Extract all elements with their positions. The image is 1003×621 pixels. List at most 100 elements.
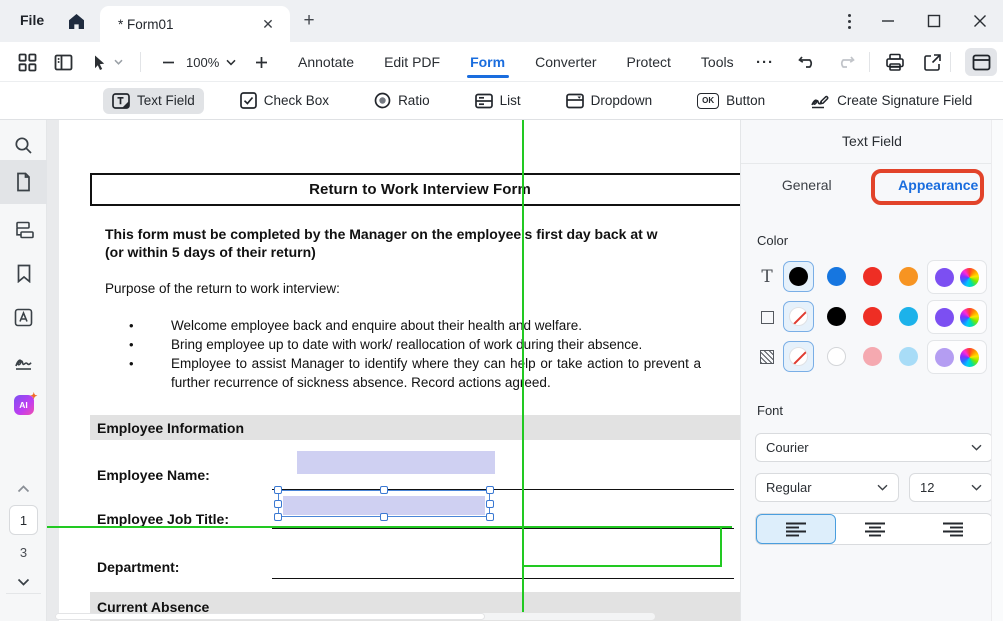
selection-handle[interactable]	[486, 513, 494, 521]
selected-swatch[interactable]	[783, 301, 814, 332]
tool-button[interactable]: OK Button	[688, 88, 774, 114]
align-right-icon	[942, 522, 964, 537]
menu-annotate[interactable]: Annotate	[296, 44, 356, 80]
tool-text-field[interactable]: Text Field	[103, 88, 204, 114]
selected-swatch[interactable]	[783, 341, 814, 372]
toolbar-divider	[140, 52, 141, 72]
align-right-button[interactable]	[914, 514, 992, 544]
home-button[interactable]	[64, 9, 88, 33]
zoom-dropdown[interactable]	[222, 49, 240, 75]
new-tab-button[interactable]: +	[298, 10, 320, 32]
title-bar: File * Form01 ✕ +	[0, 0, 1003, 42]
selection-handle[interactable]	[274, 513, 282, 521]
color-swatch[interactable]	[827, 347, 846, 366]
color-swatch[interactable]	[935, 268, 954, 287]
more-tools-button[interactable]: ···	[752, 49, 778, 75]
tool-check-box[interactable]: Check Box	[231, 87, 338, 114]
color-swatch[interactable]	[863, 267, 882, 286]
properties-panel-toggle[interactable]	[965, 48, 997, 76]
tab-general[interactable]: General	[741, 172, 873, 204]
tab-appearance[interactable]: Appearance	[873, 172, 1003, 204]
form-title: Return to Work Interview Form	[309, 181, 531, 198]
selection-handle[interactable]	[380, 486, 388, 494]
align-left-button[interactable]	[756, 514, 836, 544]
selected-text-field[interactable]	[278, 490, 490, 517]
signatures-button[interactable]	[0, 345, 47, 379]
maximize-button[interactable]	[920, 8, 948, 34]
menu-protect[interactable]: Protect	[625, 44, 673, 80]
selection-handle[interactable]	[486, 486, 494, 494]
color-swatch[interactable]	[935, 348, 954, 367]
grid-view-button[interactable]	[14, 49, 40, 75]
scrollbar-thumb[interactable]	[55, 613, 485, 620]
annotations-button[interactable]	[0, 300, 47, 334]
zoom-out-button[interactable]	[155, 49, 181, 75]
color-swatch[interactable]	[827, 307, 846, 326]
color-picker-icon[interactable]	[960, 348, 979, 367]
color-picker-icon[interactable]	[960, 308, 979, 327]
menu-edit-pdf[interactable]: Edit PDF	[382, 44, 442, 80]
tool-list[interactable]: List	[466, 88, 530, 114]
tab-close-icon[interactable]: ✕	[258, 16, 278, 33]
toolbar-divider	[869, 52, 870, 72]
thumbnails-button[interactable]	[0, 160, 47, 204]
outline-button[interactable]	[0, 213, 47, 247]
current-page-input[interactable]: 1	[9, 505, 38, 535]
color-section-label: Color	[757, 233, 788, 248]
workspace: AI✦ 1 3 Return to Work Interview Form Th…	[0, 120, 1003, 621]
fill-color-row	[741, 337, 1003, 377]
menu-converter[interactable]: Converter	[533, 44, 598, 80]
custom-color-group	[927, 260, 987, 294]
ellipsis-icon: ···	[756, 54, 774, 71]
side-panel-button[interactable]	[50, 49, 76, 75]
zoom-in-button[interactable]	[248, 49, 274, 75]
selection-handle[interactable]	[274, 500, 282, 508]
color-swatch[interactable]	[863, 307, 882, 326]
bookmarks-button[interactable]	[0, 256, 47, 290]
selection-handle[interactable]	[274, 486, 282, 494]
search-button[interactable]	[0, 128, 47, 162]
color-swatch[interactable]	[935, 308, 954, 327]
employee-name-form-field[interactable]	[297, 451, 495, 474]
color-swatch[interactable]	[863, 347, 882, 366]
tool-ratio[interactable]: Ratio	[365, 87, 439, 114]
color-picker-icon[interactable]	[960, 268, 979, 287]
color-swatch[interactable]	[827, 267, 846, 286]
undo-button[interactable]	[794, 49, 820, 75]
select-tool-dropdown[interactable]	[110, 49, 126, 75]
color-swatch[interactable]	[899, 347, 918, 366]
font-family-select[interactable]: Courier	[755, 433, 993, 462]
undo-icon	[798, 54, 817, 70]
redo-button[interactable]	[832, 49, 858, 75]
font-size-select[interactable]: 12	[909, 473, 993, 502]
tool-label: Text Field	[137, 93, 195, 108]
border-color-row	[741, 297, 1003, 337]
font-style-select[interactable]: Regular	[755, 473, 899, 502]
menu-form[interactable]: Form	[468, 44, 507, 80]
document-tab[interactable]: * Form01 ✕	[100, 6, 290, 42]
dropdown-icon	[566, 93, 584, 109]
file-menu[interactable]: File	[20, 12, 44, 28]
panel-scrollbar[interactable]	[991, 120, 1003, 621]
zoom-level[interactable]: 100%	[186, 55, 219, 70]
color-swatch[interactable]	[899, 307, 918, 326]
horizontal-scrollbar[interactable]	[55, 613, 655, 620]
ai-assistant-button[interactable]: AI✦	[0, 388, 47, 422]
selected-swatch[interactable]	[783, 261, 814, 292]
previous-page-button[interactable]	[0, 472, 47, 506]
share-button[interactable]	[919, 49, 945, 75]
fill-color-icon	[757, 347, 777, 367]
selection-handle[interactable]	[486, 500, 494, 508]
align-center-button[interactable]	[836, 514, 914, 544]
color-swatch[interactable]	[899, 267, 918, 286]
close-window-button[interactable]	[966, 8, 994, 34]
selection-handle[interactable]	[380, 513, 388, 521]
employee-name-label: Employee Name:	[97, 467, 210, 483]
tool-dropdown[interactable]: Dropdown	[557, 88, 662, 114]
tool-create-signature-field[interactable]: Create Signature Field	[801, 88, 981, 114]
minimize-button[interactable]	[874, 8, 902, 34]
select-tool-button[interactable]	[86, 49, 112, 75]
menu-tools[interactable]: Tools	[699, 44, 736, 80]
more-menu-icon[interactable]	[840, 9, 858, 33]
print-button[interactable]	[882, 49, 908, 75]
